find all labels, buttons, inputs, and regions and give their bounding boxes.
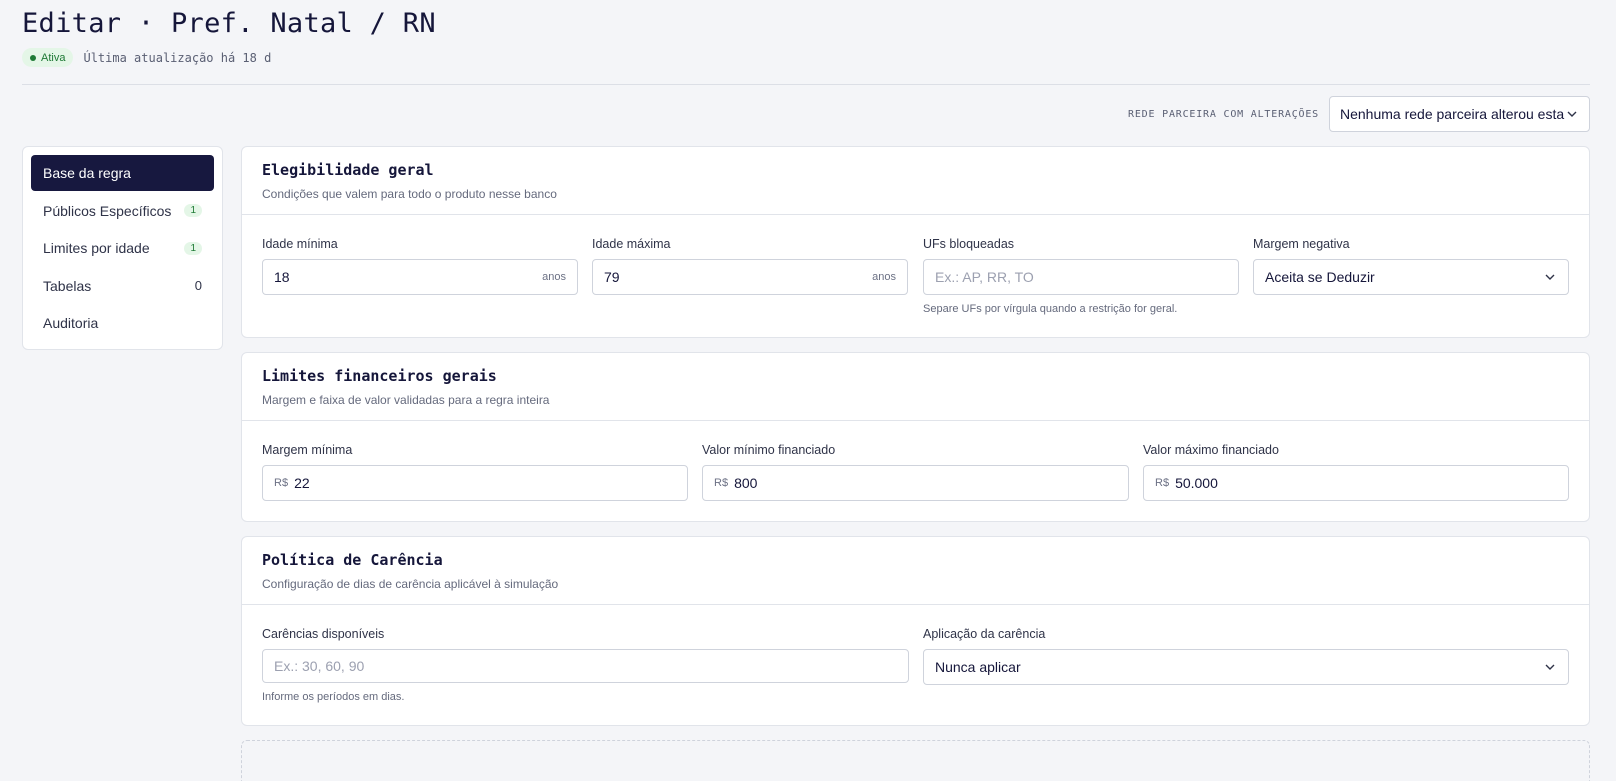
status-badge: Ativa (22, 48, 74, 67)
valor-maximo-field: Valor máximo financiado R$ 50.000 (1143, 443, 1569, 501)
sidebar-item-count: 1 (184, 204, 202, 217)
sidebar-item-label: Limites por idade (43, 240, 150, 256)
chevron-down-icon (1545, 274, 1555, 280)
valor-minimo-input[interactable]: R$ 800 (702, 465, 1129, 501)
card-title: Política de Carência (262, 551, 443, 569)
field-hint: Separe UFs por vírgula quando a restriçã… (923, 303, 1178, 315)
input-value: 50.000 (1175, 475, 1218, 491)
field-label: Idade mínima (262, 237, 338, 251)
ufs-bloqueadas-input[interactable]: Ex.: AP, RR, TO (923, 259, 1239, 295)
field-label: Valor máximo financiado (1143, 443, 1279, 457)
sidebar-item-label: Tabelas (43, 277, 92, 294)
idade-minima-field: Idade mínima 18 anos (262, 237, 578, 295)
field-label: Margem mínima (262, 443, 353, 457)
card-title: Limites financeiros gerais (262, 367, 497, 385)
sidebar-item-label: Públicos Específicos (43, 202, 172, 219)
sidebar-item-count: 1 (184, 241, 202, 255)
input-suffix: anos (542, 271, 566, 283)
card-limites-financeiros: Limites financeiros gerais Margem e faix… (241, 352, 1590, 522)
select-value: Aceita se Deduzir (1265, 269, 1375, 285)
sidebar-item-limites-por-idade[interactable]: Limites por idade 1 (31, 230, 214, 266)
valor-minimo-field: Valor mínimo financiado R$ 800 (702, 443, 1129, 501)
input-placeholder: Ex.: 30, 60, 90 (274, 658, 365, 674)
field-label: Aplicação da carência (923, 627, 1046, 641)
margem-negativa-field: Margem negativa Aceita se Deduzir (1253, 237, 1569, 295)
status-dot-icon (30, 54, 36, 61)
sidebar-item-label: Base da regra (43, 165, 131, 181)
select-value: Nunca aplicar (935, 659, 1021, 675)
card-elegibilidade-geral: Elegibilidade geral Condições que valem … (241, 146, 1590, 338)
card-subtitle: Condições que valem para todo o produto … (262, 187, 557, 201)
margem-minima-field: Margem mínima R$ 22 (262, 443, 688, 501)
page-title: Editar · Pref. Natal / RN (22, 8, 436, 39)
partner-network-label: REDE PARCEIRA COM ALTERAÇÕES (1128, 108, 1319, 120)
partner-network-row: REDE PARCEIRA COM ALTERAÇÕES Nenhuma red… (1128, 96, 1590, 132)
aplicacao-carencia-select[interactable]: Nunca aplicar (923, 649, 1569, 685)
field-label: UFs bloqueadas (923, 237, 1015, 251)
carencias-disponiveis-field: Carências disponíveis Ex.: 30, 60, 90 In… (262, 627, 909, 703)
card-subtitle: Margem e faixa de valor validadas para a… (262, 393, 550, 407)
status-badge-label: Ativa (41, 51, 66, 64)
input-value: 800 (734, 475, 758, 491)
card-header: Limites financeiros gerais Margem e faix… (242, 353, 1589, 421)
header-divider (22, 84, 1590, 85)
input-suffix: anos (872, 271, 896, 283)
partner-network-value: Nenhuma rede parceira alterou esta (1340, 106, 1565, 122)
currency-prefix: R$ (1155, 477, 1170, 489)
field-label: Idade máxima (592, 237, 671, 251)
currency-prefix: R$ (714, 477, 729, 489)
sidebar-item-publicos-especificos[interactable]: Públicos Específicos 1 (31, 193, 214, 229)
field-label: Margem negativa (1253, 237, 1350, 251)
margem-minima-input[interactable]: R$ 22 (262, 465, 688, 501)
chevron-down-icon (1545, 664, 1555, 670)
card-title: Elegibilidade geral (262, 161, 434, 179)
last-updated-text: Última atualização há 18 d (83, 50, 272, 65)
card-politica-carencia: Política de Carência Configuração de dia… (241, 536, 1590, 726)
card-header: Elegibilidade geral Condições que valem … (242, 147, 1589, 215)
input-value: 18 (274, 269, 290, 285)
sidebar-item-auditoria[interactable]: Auditoria (31, 305, 214, 341)
field-hint: Informe os períodos em dias. (262, 691, 405, 703)
valor-maximo-input[interactable]: R$ 50.000 (1143, 465, 1569, 501)
sidebar-item-count: 0 (194, 278, 202, 293)
input-value: 22 (294, 475, 310, 491)
sidebar-item-label: Auditoria (43, 315, 99, 331)
chevron-down-icon (1567, 111, 1577, 117)
status-row: Ativa Última atualização há 18 d (22, 48, 271, 67)
sidebar-item-base-da-regra[interactable]: Base da regra (31, 155, 214, 191)
aplicacao-carencia-field: Aplicação da carência Nunca aplicar (923, 627, 1569, 685)
carencias-disponiveis-input[interactable]: Ex.: 30, 60, 90 (262, 649, 909, 683)
card-subtitle: Configuração de dias de carência aplicáv… (262, 577, 559, 591)
partner-network-select[interactable]: Nenhuma rede parceira alterou esta (1329, 96, 1590, 132)
field-label: Valor mínimo financiado (702, 443, 836, 457)
ufs-bloqueadas-field: UFs bloqueadas Ex.: AP, RR, TO Separe UF… (923, 237, 1239, 315)
add-section-placeholder[interactable] (241, 740, 1590, 781)
section-sidebar: Base da regra Públicos Específicos 1 Lim… (22, 146, 223, 350)
idade-minima-input[interactable]: 18 anos (262, 259, 578, 295)
idade-maxima-field: Idade máxima 79 anos (592, 237, 908, 295)
idade-maxima-input[interactable]: 79 anos (592, 259, 908, 295)
card-header: Política de Carência Configuração de dia… (242, 537, 1589, 605)
margem-negativa-select[interactable]: Aceita se Deduzir (1253, 259, 1569, 295)
field-label: Carências disponíveis (262, 627, 385, 641)
input-placeholder: Ex.: AP, RR, TO (935, 269, 1034, 285)
input-value: 79 (604, 269, 620, 285)
sidebar-item-tabelas[interactable]: Tabelas 0 (31, 268, 214, 304)
currency-prefix: R$ (274, 477, 289, 489)
